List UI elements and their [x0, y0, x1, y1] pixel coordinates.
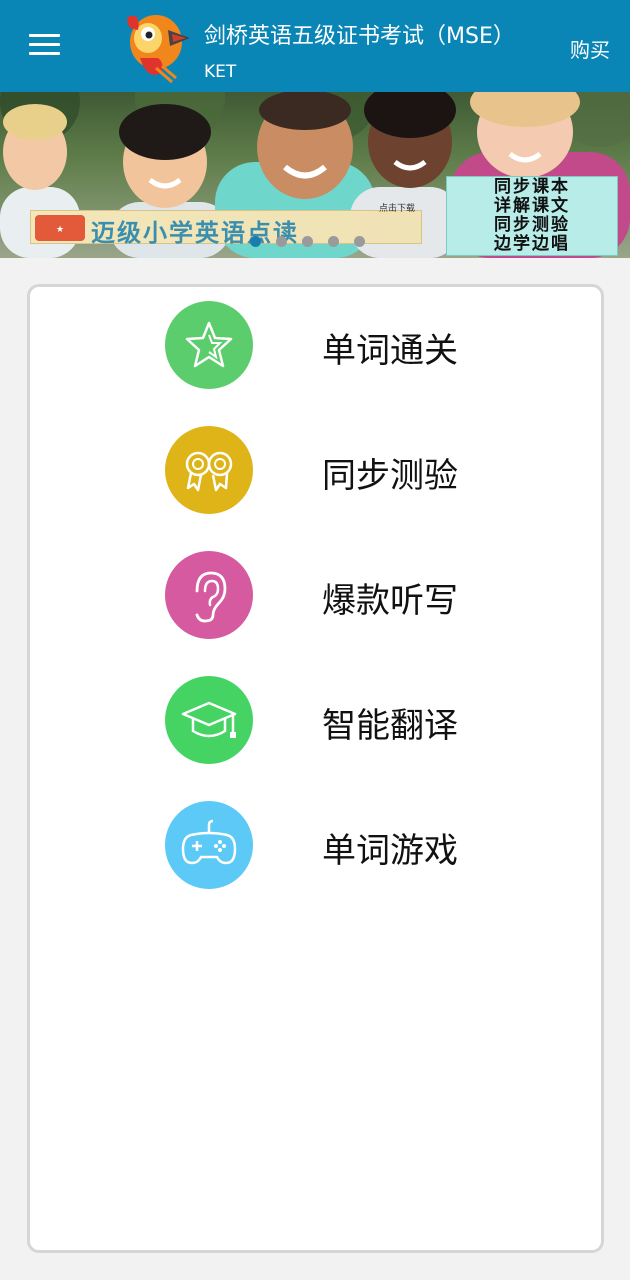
menu-item-word-game[interactable]: 单词游戏 — [165, 801, 505, 893]
ad-brand-logo: ★ — [35, 215, 85, 241]
menu-item-dictation[interactable]: 爆款听写 — [165, 551, 505, 643]
carousel-dot[interactable] — [302, 236, 313, 247]
menu-item-icon-circle — [165, 301, 253, 389]
graduation-cap-icon — [181, 701, 237, 738]
menu-line — [29, 34, 60, 37]
menu-item-icon-circle — [165, 426, 253, 514]
menu-line — [29, 43, 60, 46]
app-subtitle: KET — [204, 62, 237, 82]
carousel-indicator — [250, 232, 380, 247]
menu-item-label: 单词通关 — [322, 331, 458, 371]
gamepad-icon — [181, 819, 237, 865]
menu-item-icon-circle — [165, 676, 253, 764]
menu-item-label: 智能翻译 — [322, 706, 458, 746]
banner-box-line: 同步课本 — [494, 177, 570, 197]
award-ribbon-icon — [185, 451, 233, 492]
menu-line — [29, 52, 60, 55]
menu-item-label: 同步测验 — [322, 456, 458, 496]
banner-strip-small-text: 点击下载 — [378, 204, 415, 214]
hamburger-menu-icon[interactable] — [26, 30, 66, 62]
parrot-logo-icon — [127, 15, 190, 84]
carousel-dot[interactable] — [328, 236, 339, 247]
carousel-dot[interactable] — [250, 236, 261, 247]
app-title: 剑桥英语五级证书考试（MSE） — [204, 24, 515, 49]
menu-item-icon-circle — [165, 551, 253, 639]
feature-menu-card: 单词通关 同步测验 爆款听写 智能翻译 单词游戏 — [27, 284, 604, 1253]
banner-box-line: 同步测验 — [494, 215, 570, 235]
menu-item-word-pass[interactable]: 单词通关 — [165, 301, 505, 393]
banner-box-line: 详解课文 — [494, 196, 570, 216]
banner-feature-box: 同步课本 详解课文 同步测验 边学边唱 — [446, 176, 618, 256]
buy-button[interactable]: 购买 — [570, 34, 610, 63]
menu-item-translate[interactable]: 智能翻译 — [165, 676, 505, 768]
menu-item-label: 单词游戏 — [322, 831, 458, 871]
menu-item-sync-quiz[interactable]: 同步测验 — [165, 426, 505, 518]
banner-box-line: 边学边唱 — [494, 234, 570, 254]
carousel-dot[interactable] — [354, 236, 365, 247]
star-icon — [185, 321, 233, 368]
menu-item-icon-circle — [165, 801, 253, 889]
ear-icon — [195, 571, 227, 623]
menu-item-label: 爆款听写 — [322, 581, 458, 621]
promo-banner[interactable]: ★ 迈级小学英语点读 点击下载 同步课本 详解课文 同步测验 边学边唱 — [0, 92, 630, 258]
top-app-bar: 剑桥英语五级证书考试（MSE） KET 购买 — [0, 0, 630, 92]
carousel-dot[interactable] — [276, 236, 287, 247]
